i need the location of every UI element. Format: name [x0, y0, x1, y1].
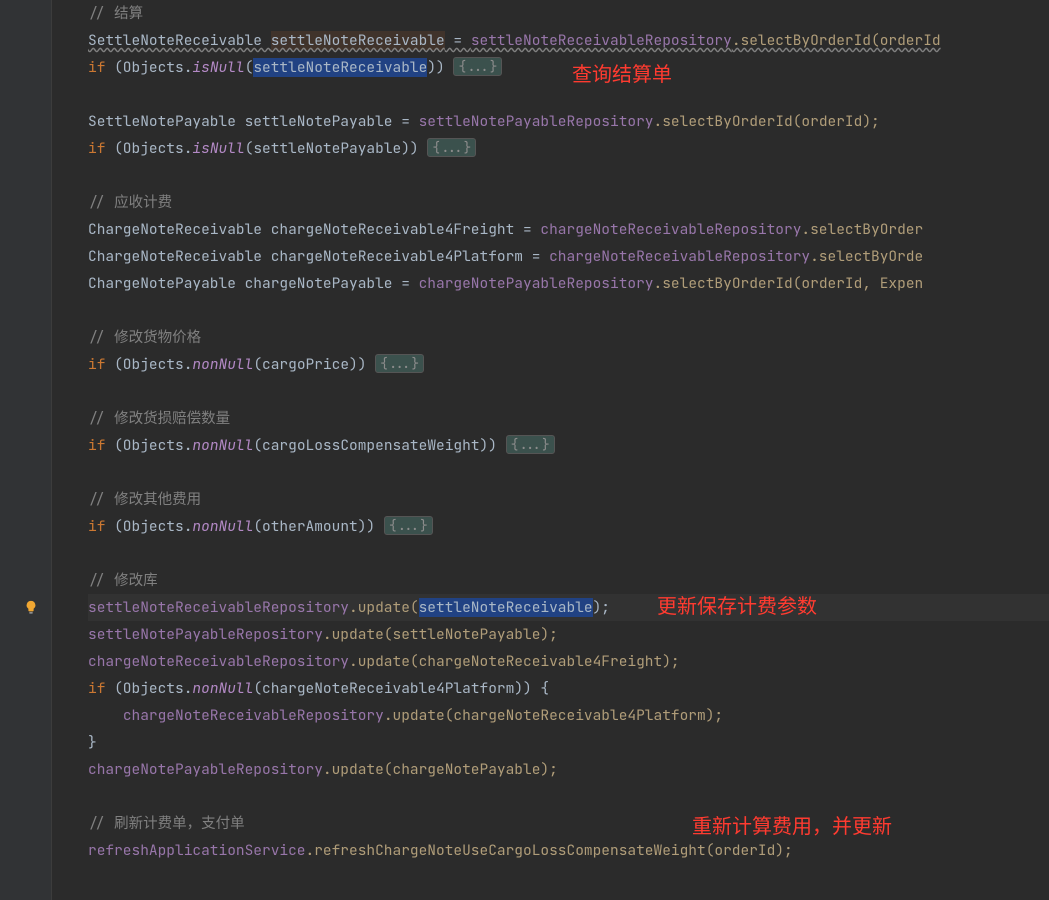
code-line[interactable]: // 修改其他费用	[88, 486, 1049, 513]
code-line[interactable]: SettleNoteReceivable settleNoteReceivabl…	[88, 27, 1049, 54]
blank-line[interactable]	[88, 378, 1049, 405]
variable-usage: settleNoteReceivable	[419, 598, 593, 617]
blank-line[interactable]	[88, 459, 1049, 486]
blank-line[interactable]	[88, 540, 1049, 567]
comment: // 结算	[88, 4, 143, 23]
comment: // 修改其他费用	[88, 490, 201, 509]
code-line[interactable]: // 修改货损赔偿数量	[88, 405, 1049, 432]
code-line[interactable]: if (Objects.nonNull(cargoLossCompensateW…	[88, 432, 1049, 459]
code-line[interactable]: if (Objects.isNull(settleNotePayable)) {…	[88, 135, 1049, 162]
code-line[interactable]: // 修改库	[88, 567, 1049, 594]
comment: // 修改库	[88, 571, 158, 590]
variable-def: settleNoteReceivable	[271, 31, 445, 50]
fold-region[interactable]: {...}	[453, 57, 502, 76]
code-line[interactable]: if (Objects.nonNull(chargeNoteReceivable…	[88, 675, 1049, 702]
fold-region[interactable]: {...}	[506, 435, 555, 454]
code-line[interactable]: ChargeNoteReceivable chargeNoteReceivabl…	[88, 216, 1049, 243]
code-line[interactable]: if (Objects.nonNull(cargoPrice)) {...}	[88, 351, 1049, 378]
gutter[interactable]	[0, 0, 52, 900]
code-line[interactable]: ChargeNotePayable chargeNotePayable = ch…	[88, 270, 1049, 297]
blank-line[interactable]	[88, 162, 1049, 189]
blank-line[interactable]	[88, 783, 1049, 810]
comment: // 修改货物价格	[88, 328, 201, 347]
code-line[interactable]: if (Objects.isNull(settleNoteReceivable)…	[88, 54, 1049, 81]
comment: // 应收计费	[88, 193, 172, 212]
blank-line[interactable]	[88, 81, 1049, 108]
fold-region[interactable]: {...}	[384, 516, 433, 535]
code-line[interactable]: chargeNoteReceivableRepository.update(ch…	[88, 702, 1049, 729]
fold-region[interactable]: {...}	[375, 354, 424, 373]
blank-line[interactable]	[88, 297, 1049, 324]
comment: // 修改货损赔偿数量	[88, 409, 230, 428]
code-line[interactable]: refreshApplicationService.refreshChargeN…	[88, 837, 1049, 864]
code-area[interactable]: // 结算 SettleNoteReceivable settleNoteRec…	[52, 0, 1049, 900]
code-line[interactable]: settleNotePayableRepository.update(settl…	[88, 621, 1049, 648]
code-line[interactable]: // 刷新计费单，支付单	[88, 810, 1049, 837]
code-line[interactable]: }	[88, 729, 1049, 756]
caret-line[interactable]: settleNoteReceivableRepository.update(se…	[88, 594, 1049, 621]
code-line[interactable]: // 修改货物价格	[88, 324, 1049, 351]
code-line[interactable]: if (Objects.nonNull(otherAmount)) {...}	[88, 513, 1049, 540]
code-line[interactable]: chargeNoteReceivableRepository.update(ch…	[88, 648, 1049, 675]
code-line[interactable]: // 应收计费	[88, 189, 1049, 216]
code-line[interactable]: chargeNotePayableRepository.update(charg…	[88, 756, 1049, 783]
intention-bulb-icon[interactable]	[24, 600, 40, 616]
comment: // 刷新计费单，支付单	[88, 814, 245, 833]
variable-usage: settleNoteReceivable	[253, 58, 427, 77]
code-line[interactable]: // 结算	[88, 0, 1049, 27]
code-line[interactable]: ChargeNoteReceivable chargeNoteReceivabl…	[88, 243, 1049, 270]
code-line[interactable]: SettleNotePayable settleNotePayable = se…	[88, 108, 1049, 135]
fold-region[interactable]: {...}	[427, 138, 476, 157]
editor-root: // 结算 SettleNoteReceivable settleNoteRec…	[0, 0, 1049, 900]
